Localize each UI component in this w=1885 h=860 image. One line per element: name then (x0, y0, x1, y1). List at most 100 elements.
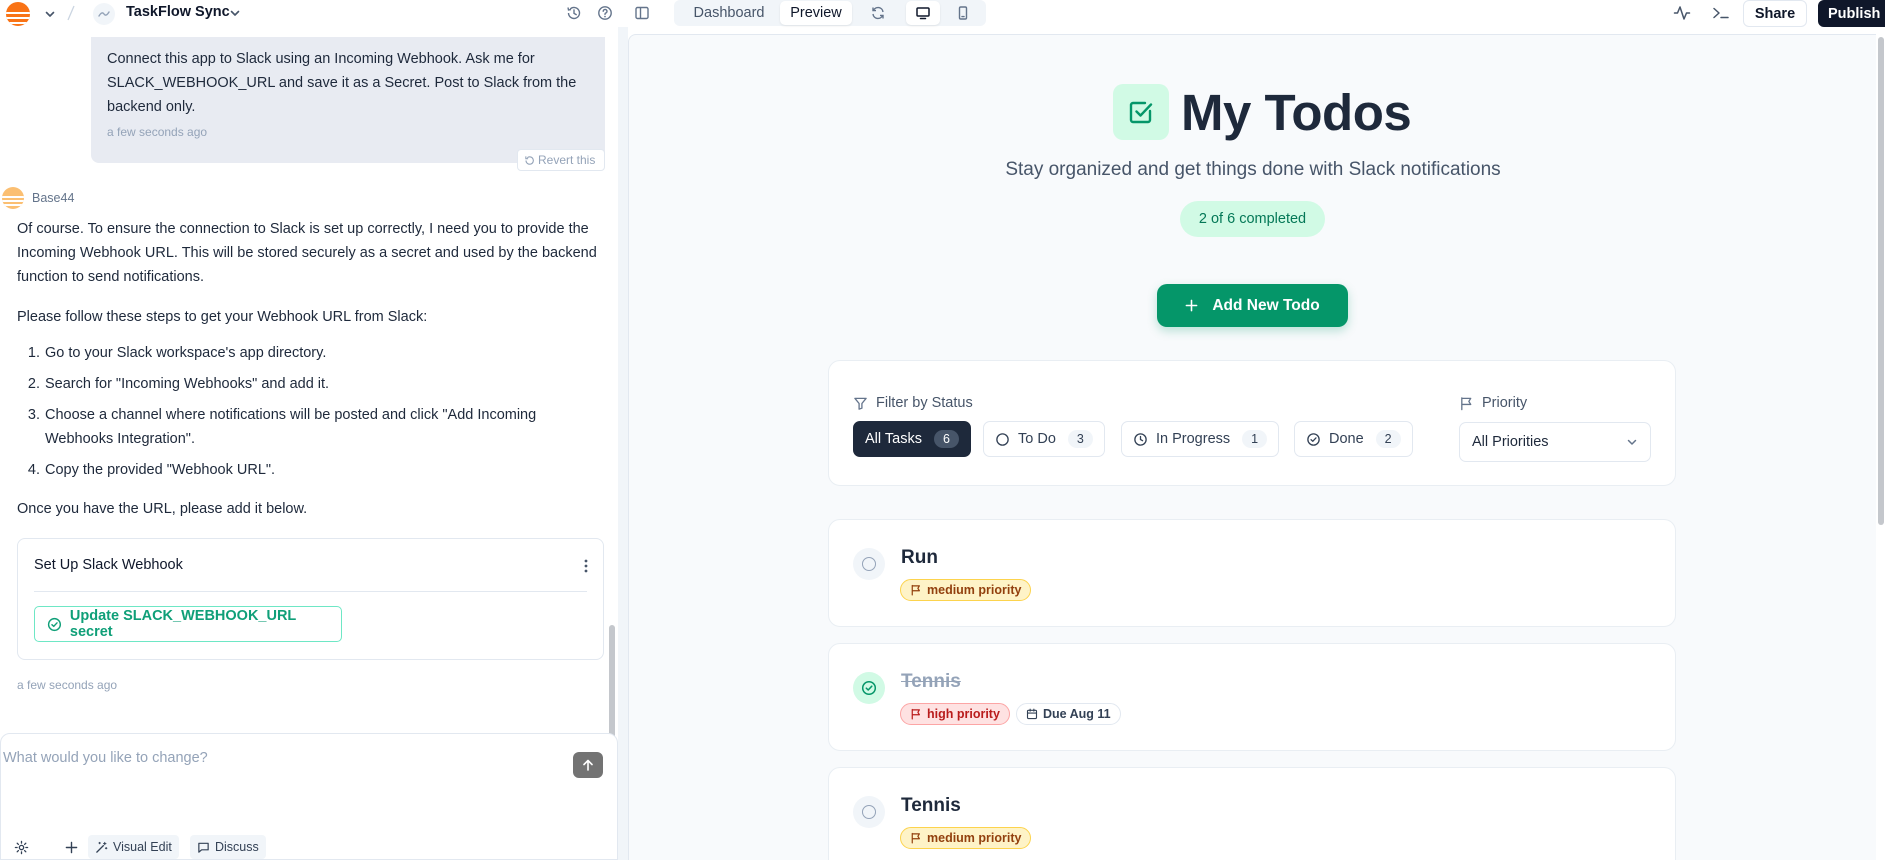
circle-icon (996, 432, 1009, 446)
tab-preview[interactable]: Preview (780, 1, 852, 25)
divider (34, 591, 587, 592)
clock-icon (1134, 432, 1147, 446)
desktop-icon (916, 7, 930, 20)
assistant-avatar (2, 187, 24, 209)
user-message-text: Connect this app to Slack using an Incom… (107, 51, 577, 115)
todo-toggle[interactable] (853, 548, 885, 580)
completed-count-badge: 2 of 6 completed (1180, 201, 1325, 237)
add-todo-button[interactable]: Add New Todo (1157, 284, 1348, 327)
terminal-icon[interactable] (1709, 1, 1733, 25)
tab-dashboard[interactable]: Dashboard (678, 1, 780, 25)
calendar-icon (1026, 708, 1038, 720)
filter-by-status-label: Filter by Status (853, 395, 973, 411)
plus-icon[interactable] (62, 838, 80, 856)
send-button[interactable] (573, 752, 603, 778)
app-switcher-chevron-icon[interactable] (228, 6, 242, 20)
step-number: 4. (27, 462, 40, 478)
step-number: 2. (27, 376, 40, 392)
breadcrumb-separator (64, 4, 78, 22)
help-icon[interactable] (593, 1, 617, 25)
add-todo-label: Add New Todo (1212, 296, 1320, 314)
filter-to-do[interactable]: To Do 3 (983, 421, 1105, 457)
tab-dashboard-label: Dashboard (693, 5, 765, 21)
card-title: Set Up Slack Webhook (34, 557, 183, 573)
chat-input[interactable] (3, 750, 543, 766)
webhook-setup-card: Set Up Slack Webhook Update SLACK_WEBHOO… (17, 538, 604, 660)
magic-wand-icon (96, 841, 108, 853)
plus-icon (1185, 299, 1198, 312)
discuss-button[interactable]: Discuss (190, 835, 266, 859)
assistant-message-time: a few seconds ago (17, 678, 118, 692)
filter-panel: Filter by Status Priority All Tasks 6 To… (828, 360, 1676, 486)
chat-panel: Connect this app to Slack using an Incom… (0, 27, 618, 860)
check-circle-icon (861, 680, 877, 696)
share-label: Share (1754, 5, 1796, 22)
filter-label-text: Filter by Status (876, 395, 973, 411)
app-name-label[interactable]: TaskFlow Sync (126, 4, 230, 20)
history-icon[interactable] (562, 1, 586, 25)
app-name[interactable]: TaskFlow Sync (126, 4, 230, 20)
update-secret-button[interactable]: Update SLACK_WEBHOOK_URL secret (34, 606, 342, 642)
todo-title[interactable]: Tennis (901, 795, 961, 817)
view-switcher: Dashboard Preview (674, 0, 986, 26)
app-icon (93, 3, 115, 25)
settings-gear-icon[interactable] (12, 838, 30, 856)
filter-todo-label: To Do (1018, 431, 1056, 447)
visual-edit-label: Visual Edit (113, 840, 172, 854)
checkbox-logo-icon (1113, 84, 1169, 140)
flag-icon (911, 832, 920, 844)
refresh-button[interactable] (864, 1, 892, 25)
step-text: Choose a channel where notifications wil… (45, 407, 537, 447)
filter-all-count: 6 (933, 430, 959, 448)
step-number: 1. (27, 345, 40, 361)
flag-icon (911, 708, 920, 720)
check-circle-icon (1307, 432, 1320, 446)
filter-in-progress[interactable]: In Progress 1 (1121, 421, 1280, 457)
undo-icon (525, 155, 534, 165)
flag-icon (1461, 396, 1472, 410)
mobile-view-button[interactable] (946, 1, 980, 25)
priority-select[interactable]: All Priorities (1459, 422, 1651, 462)
priority-badge-label: high priority (927, 707, 1000, 721)
share-button[interactable]: Share (1743, 0, 1807, 27)
priority-badge-label: medium priority (927, 831, 1022, 845)
filter-done[interactable]: Done 2 (1294, 421, 1413, 457)
filter-all-tasks[interactable]: All Tasks 6 (853, 421, 971, 457)
list-item: 3. Choose a channel where notifications w… (17, 403, 602, 451)
step-text: Copy the provided "Webhook URL". (45, 462, 276, 478)
todo-toggle[interactable] (853, 672, 885, 704)
priority-select-value: All Priorities (1472, 434, 1549, 450)
base44-logo[interactable] (6, 2, 30, 26)
tab-preview-label: Preview (790, 5, 842, 21)
assistant-steps-intro: Please follow these steps to get your We… (17, 309, 428, 325)
empty-circle-icon (862, 557, 876, 571)
user-message-bubble: Connect this app to Slack using an Incom… (91, 37, 605, 163)
priority-badge: high priority (900, 703, 1010, 725)
activity-icon[interactable] (1670, 1, 1694, 25)
check-circle-icon (47, 617, 62, 631)
steps-list: 1. Go to your Slack workspace's app direc… (17, 341, 602, 489)
assistant-header: Base44 (2, 187, 74, 209)
todo-title[interactable]: Tennis (901, 671, 961, 693)
revert-label: Revert this (538, 153, 596, 167)
filter-icon (854, 397, 867, 410)
revert-button[interactable]: Revert this (517, 149, 605, 171)
panel-divider[interactable] (618, 27, 628, 860)
mobile-icon (958, 6, 968, 20)
update-secret-label: Update SLACK_WEBHOOK_URL secret (69, 608, 297, 640)
filter-todo-count: 3 (1067, 430, 1093, 448)
preview-scrollbar[interactable] (1878, 37, 1884, 525)
todo-item: Tennis medium priority (828, 767, 1676, 860)
visual-edit-button[interactable]: Visual Edit (88, 835, 179, 859)
toggle-sidebar-icon[interactable] (630, 1, 654, 25)
assistant-intro-text: Of course. To ensure the connection to S… (17, 221, 597, 285)
publish-button[interactable]: Publish (1818, 0, 1885, 27)
todo-toggle[interactable] (853, 796, 885, 828)
chevron-down-icon[interactable] (38, 2, 62, 26)
message-square-icon (198, 842, 209, 853)
desktop-view-button[interactable] (906, 1, 940, 25)
flag-icon (911, 584, 920, 596)
more-options-icon[interactable] (578, 557, 594, 575)
priority-badge: medium priority (900, 579, 1032, 601)
todo-title[interactable]: Run (901, 547, 938, 569)
